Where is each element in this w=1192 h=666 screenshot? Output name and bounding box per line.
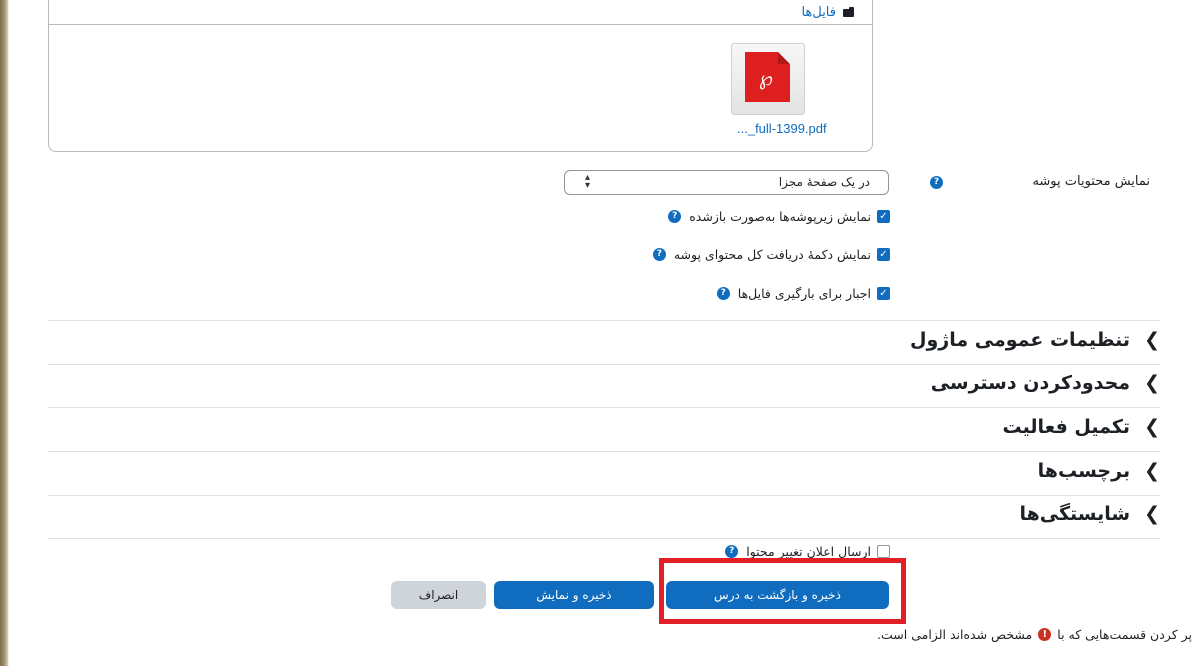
section-title: برچسب‌ها	[1037, 460, 1131, 482]
chevron-left-icon: ❯	[1144, 416, 1160, 438]
chevron-left-icon: ❯	[1144, 329, 1160, 351]
display-contents-select[interactable]: در یک صفحهٔ مجزا ▴ ▾	[564, 170, 889, 195]
pdf-icon: ℘	[745, 52, 790, 102]
show-download-button-label: نمایش دکمهٔ دریافت کل محتوای پوشه	[673, 247, 871, 262]
required-note-after: مشخص شده‌اند الزامی است.	[877, 627, 1033, 642]
file-manager-path: فایل‌ها	[49, 1, 872, 25]
display-contents-label: نمایش محتویات پوشه	[1032, 174, 1150, 189]
required-note-before: پر کردن قسمت‌هایی که با	[1057, 627, 1192, 642]
window-edge	[0, 0, 9, 666]
section-activity-completion[interactable]: ❯ تکمیل فعالیت	[1003, 416, 1160, 438]
section-title: محدودکردن دسترسی	[930, 372, 1131, 394]
force-download-checkbox[interactable]: ✓	[877, 287, 890, 300]
section-divider	[48, 320, 1160, 321]
cancel-button[interactable]: انصراف	[391, 581, 486, 609]
help-icon[interactable]: ?	[652, 248, 666, 261]
force-download-label: اجبار برای بارگیری فایل‌ها	[737, 286, 871, 301]
section-title: شایستگی‌ها	[1019, 503, 1131, 525]
chevron-left-icon: ❯	[1144, 372, 1160, 394]
section-divider	[48, 407, 1160, 408]
section-divider	[48, 495, 1160, 496]
display-contents-row: در یک صفحهٔ مجزا ▴ ▾ ? نمایش محتویات پوشه	[564, 170, 1164, 196]
exclamation-icon: !	[1038, 628, 1052, 641]
option-force-download: ✓ اجبار برای بارگیری فایل‌ها ?	[716, 286, 890, 301]
section-title: تنظیمات عمومی ماژول	[909, 329, 1131, 351]
section-divider	[48, 451, 1160, 452]
option-send-notification: ارسال اعلان تغییر محتوا ?	[725, 544, 890, 559]
section-restrict-access[interactable]: ❯ محدودکردن دسترسی	[931, 372, 1160, 394]
highlight-box	[659, 558, 906, 624]
send-notification-checkbox[interactable]	[877, 545, 890, 558]
option-show-download-button: ✓ نمایش دکمهٔ دریافت کل محتوای پوشه ?	[652, 247, 890, 262]
display-contents-selected: در یک صفحهٔ مجزا	[778, 175, 870, 189]
help-icon[interactable]: ?	[668, 210, 682, 223]
section-module-settings[interactable]: ❯ تنظیمات عمومی ماژول	[910, 329, 1160, 351]
chevron-left-icon: ❯	[1144, 460, 1160, 482]
save-and-display-button[interactable]: ذخیره و نمایش	[494, 581, 654, 609]
section-competencies[interactable]: ❯ شایستگی‌ها	[1019, 503, 1160, 525]
folder-icon	[843, 6, 854, 17]
send-notification-label: ارسال اعلان تغییر محتوا	[746, 544, 871, 559]
select-arrows-icon: ▴ ▾	[585, 172, 591, 191]
file-manager: فایل‌ها ℘ ..._full-1399.pdf	[48, 0, 873, 152]
file-name-link[interactable]: ..._full-1399.pdf	[737, 121, 827, 136]
section-divider	[48, 364, 1160, 365]
folder-link[interactable]: فایل‌ها	[802, 5, 836, 20]
help-icon[interactable]: ?	[725, 545, 739, 558]
section-divider	[48, 538, 1160, 539]
section-title: تکمیل فعالیت	[1002, 416, 1131, 438]
show-subfolders-checkbox[interactable]: ✓	[877, 210, 890, 223]
option-show-subfolders: ✓ نمایش زیرپوشه‌ها به‌صورت بازشده ?	[668, 209, 890, 224]
help-icon[interactable]: ?	[716, 287, 730, 300]
pdf-file-thumbnail[interactable]: ℘	[731, 43, 805, 115]
required-fields-note: پر کردن قسمت‌هایی که با ! مشخص شده‌اند ا…	[877, 627, 1192, 642]
chevron-left-icon: ❯	[1144, 503, 1160, 525]
show-subfolders-label: نمایش زیرپوشه‌ها به‌صورت بازشده	[689, 209, 871, 224]
section-tags[interactable]: ❯ برچسب‌ها	[1038, 460, 1160, 482]
help-icon[interactable]: ?	[930, 176, 943, 189]
show-download-button-checkbox[interactable]: ✓	[877, 248, 890, 261]
